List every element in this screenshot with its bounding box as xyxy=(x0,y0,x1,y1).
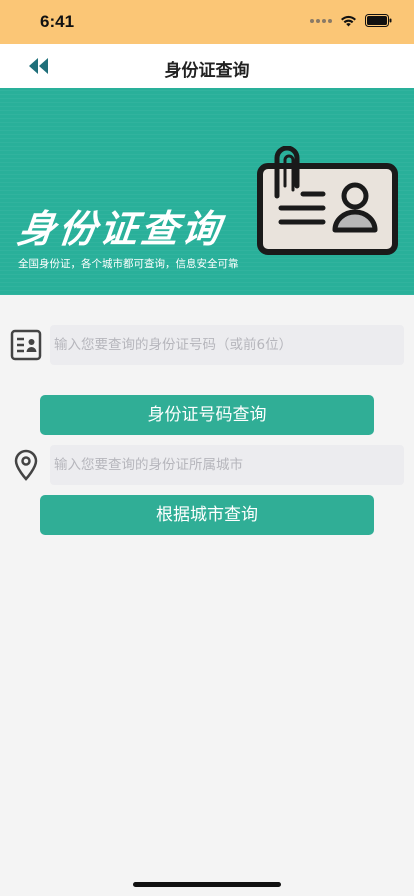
id-number-search-button[interactable]: 身份证号码查询 xyxy=(40,395,374,435)
city-input[interactable] xyxy=(50,445,404,485)
status-icons xyxy=(310,14,392,27)
id-card-illustration-icon xyxy=(257,146,398,255)
status-bar: 6:41 xyxy=(0,0,414,44)
cellular-signal-icon xyxy=(310,18,332,23)
banner: 身份证查询 全国身份证，各个城市都可查询，信息安全可靠 xyxy=(0,88,414,295)
banner-subtitle: 全国身份证，各个城市都可查询，信息安全可靠 xyxy=(18,258,239,270)
battery-icon xyxy=(365,14,392,27)
wifi-icon xyxy=(341,15,356,26)
home-indicator xyxy=(133,882,281,887)
id-number-input[interactable] xyxy=(50,325,404,365)
city-search-button[interactable]: 根据城市查询 xyxy=(40,495,374,535)
location-pin-icon xyxy=(14,449,38,481)
navigation-bar: 身份证查询 xyxy=(0,44,414,88)
banner-title: 身份证查询 xyxy=(15,206,226,251)
id-card-icon xyxy=(10,329,42,361)
status-time: 6:41 xyxy=(40,12,75,31)
page-title: 身份证查询 xyxy=(164,61,250,81)
